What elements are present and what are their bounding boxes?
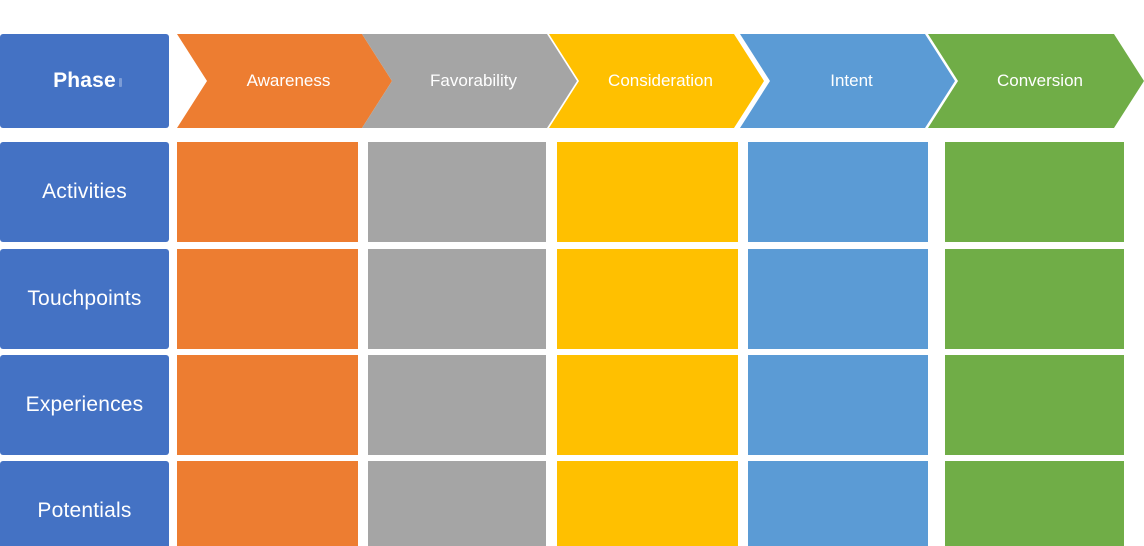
phase-chevron-favorability-label: Favorability [430, 71, 517, 90]
matrix-row-activities: Activities [0, 142, 1144, 242]
row-label-activities-text: Activities [42, 180, 127, 203]
cell-activities-consideration[interactable] [557, 142, 738, 242]
row-label-potentials[interactable]: Potentials [0, 461, 169, 546]
row-label-activities[interactable]: Activities [0, 142, 169, 242]
cell-activities-favorability[interactable] [368, 142, 546, 242]
row-label-potentials-text: Potentials [37, 499, 132, 522]
cell-touchpoints-intent[interactable] [748, 249, 928, 349]
cell-experiences-conversion[interactable] [945, 355, 1124, 455]
cell-touchpoints-favorability[interactable] [368, 249, 546, 349]
cell-experiences-intent[interactable] [748, 355, 928, 455]
cell-activities-conversion[interactable] [945, 142, 1124, 242]
phase-chevron-conversion[interactable]: Conversion [928, 34, 1144, 128]
phase-chevron-consideration-label: Consideration [608, 71, 713, 90]
cell-touchpoints-awareness[interactable] [177, 249, 358, 349]
matrix-row-touchpoints: Touchpoints [0, 249, 1144, 349]
cell-experiences-consideration[interactable] [557, 355, 738, 455]
phase-chevron-intent-label: Intent [830, 71, 873, 90]
cell-activities-intent[interactable] [748, 142, 928, 242]
phase-label-artifact [119, 78, 122, 87]
cell-touchpoints-conversion[interactable] [945, 249, 1124, 349]
cell-potentials-awareness[interactable] [177, 461, 358, 546]
journey-phase-diagram: Phase Awareness Favorability Considerati… [0, 0, 1144, 546]
cell-potentials-conversion[interactable] [945, 461, 1124, 546]
phase-header-label: Phase [0, 34, 169, 128]
phase-header-row: Phase Awareness Favorability Considerati… [0, 34, 1144, 128]
cell-potentials-favorability[interactable] [368, 461, 546, 546]
phase-chevron-consideration[interactable]: Consideration [549, 34, 764, 128]
row-label-experiences-text: Experiences [25, 393, 144, 416]
row-label-experiences[interactable]: Experiences [0, 355, 169, 455]
phase-chevron-conversion-label: Conversion [997, 71, 1083, 90]
phase-chevron-intent[interactable]: Intent [740, 34, 955, 128]
matrix-row-potentials: Potentials [0, 461, 1144, 546]
phase-chevron-awareness-label: Awareness [246, 71, 331, 90]
phase-header-label-text: Phase [53, 69, 116, 92]
matrix-row-experiences: Experiences [0, 355, 1144, 455]
cell-experiences-awareness[interactable] [177, 355, 358, 455]
cell-activities-awareness[interactable] [177, 142, 358, 242]
row-label-touchpoints-text: Touchpoints [27, 287, 142, 310]
cell-experiences-favorability[interactable] [368, 355, 546, 455]
cell-touchpoints-consideration[interactable] [557, 249, 738, 349]
cell-potentials-consideration[interactable] [557, 461, 738, 546]
phase-chevron-favorability[interactable]: Favorability [362, 34, 577, 128]
row-label-touchpoints[interactable]: Touchpoints [0, 249, 169, 349]
cell-potentials-intent[interactable] [748, 461, 928, 546]
phase-chevron-awareness[interactable]: Awareness [177, 34, 392, 128]
